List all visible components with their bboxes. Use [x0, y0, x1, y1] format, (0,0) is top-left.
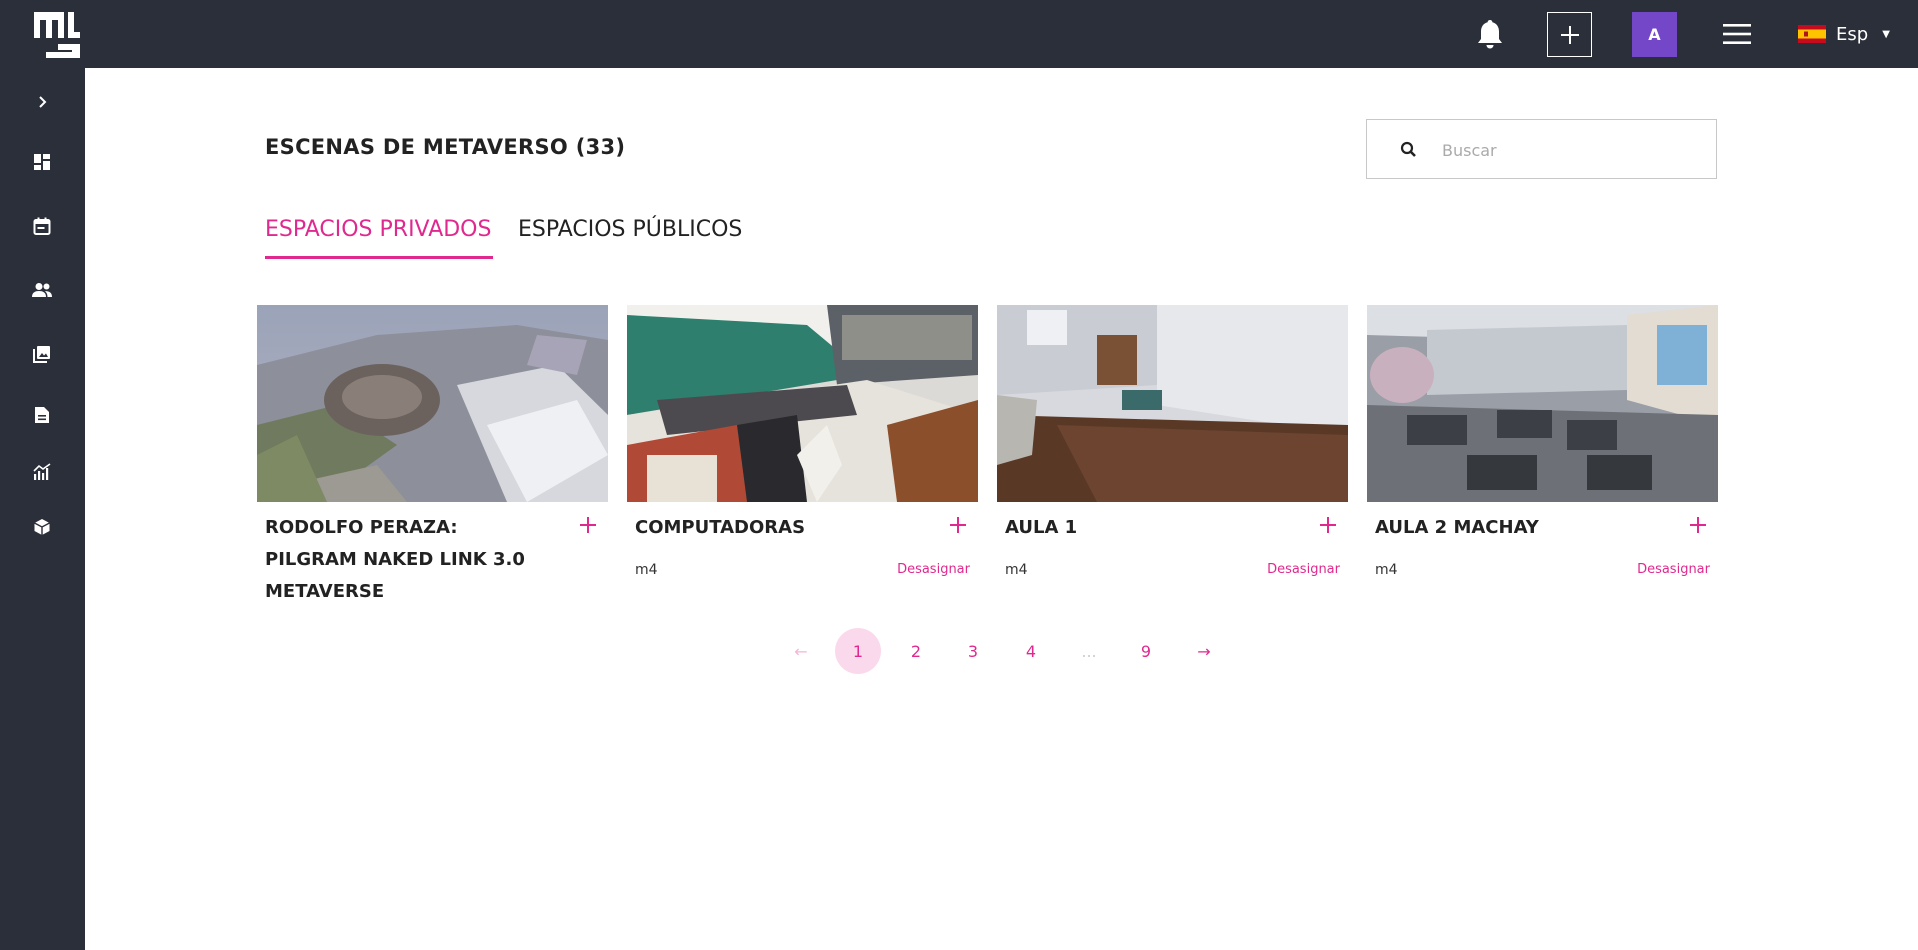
search-box	[1366, 119, 1717, 179]
chevron-right-icon[interactable]	[30, 90, 54, 114]
unassign-link[interactable]: Desasignar	[1637, 562, 1710, 577]
page-button-9[interactable]: 9	[1123, 628, 1169, 674]
hamburger-icon[interactable]	[1723, 22, 1751, 46]
add-button[interactable]	[1547, 12, 1592, 57]
scene-tag: m4	[635, 562, 658, 578]
tab-private-spaces[interactable]: ESPACIOS PRIVADOS	[265, 217, 491, 242]
scene-title: AULA 2 MACHAY	[1375, 517, 1539, 538]
scene-title: COMPUTADORAS	[635, 517, 806, 538]
active-tab-indicator	[265, 256, 493, 259]
page-title: ESCENAS DE METAVERSO (33)	[265, 135, 626, 159]
scene-thumbnail[interactable]	[1367, 305, 1718, 502]
scene-thumbnail[interactable]	[997, 305, 1348, 502]
scene-title: RODOLFO PERAZA: PILGRAM NAKED LINK 3.0 M…	[265, 517, 525, 602]
analytics-icon[interactable]	[30, 460, 54, 484]
pagination-ellipsis: ...	[1081, 641, 1097, 661]
sidebar	[0, 68, 85, 950]
top-bar: A Esp ▼	[0, 0, 1918, 68]
scene-card: COMPUTADORAS m4 Desasignar	[627, 305, 978, 578]
unassign-link[interactable]: Desasignar	[897, 562, 970, 577]
spain-flag-icon	[1798, 25, 1826, 43]
people-icon[interactable]	[30, 278, 54, 302]
plus-icon[interactable]	[948, 515, 968, 535]
calendar-icon[interactable]	[30, 214, 54, 238]
scene-tag: m4	[1375, 562, 1398, 578]
plus-icon[interactable]	[1318, 515, 1338, 535]
search-input[interactable]	[1442, 135, 1702, 165]
search-icon	[1400, 141, 1416, 157]
dashboard-icon[interactable]	[30, 150, 54, 174]
gallery-icon[interactable]	[30, 342, 54, 366]
scene-card: AULA 2 MACHAY m4 Desasignar	[1367, 305, 1718, 578]
caret-down-icon: ▼	[1882, 28, 1890, 40]
cube-icon[interactable]	[30, 515, 54, 539]
plus-icon	[1560, 25, 1579, 44]
tab-public-spaces[interactable]: ESPACIOS PÚBLICOS	[518, 217, 742, 242]
page-button-4[interactable]: 4	[1008, 628, 1054, 674]
scene-thumbnail[interactable]	[257, 305, 608, 502]
unassign-link[interactable]: Desasignar	[1267, 562, 1340, 577]
page-button-3[interactable]: 3	[950, 628, 996, 674]
scene-card: RODOLFO PERAZA: PILGRAM NAKED LINK 3.0 M…	[257, 305, 608, 602]
plus-icon[interactable]	[578, 515, 598, 535]
document-icon[interactable]	[30, 403, 54, 427]
page-button-1[interactable]: 1	[835, 628, 881, 674]
page-button-2[interactable]: 2	[893, 628, 939, 674]
scene-tag: m4	[1005, 562, 1028, 578]
avatar[interactable]: A	[1632, 12, 1677, 57]
scene-card: AULA 1 m4 Desasignar	[997, 305, 1348, 578]
scene-title: AULA 1	[1005, 517, 1078, 538]
scene-thumbnail[interactable]	[627, 305, 978, 502]
next-page-button[interactable]: →	[1181, 628, 1227, 674]
bell-icon[interactable]	[1476, 18, 1504, 50]
language-label: Esp	[1836, 23, 1869, 45]
plus-icon[interactable]	[1688, 515, 1708, 535]
prev-page-button[interactable]: ←	[778, 628, 824, 674]
mu-logo[interactable]	[32, 8, 82, 60]
language-selector[interactable]: Esp ▼	[1798, 20, 1890, 48]
